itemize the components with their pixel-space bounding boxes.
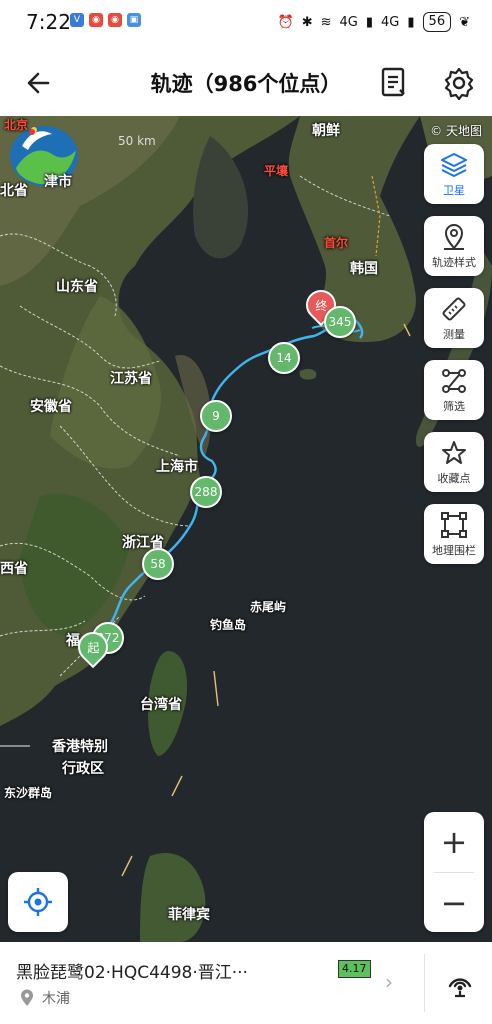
map-label-seoul: 首尔 (324, 236, 349, 250)
card-divider (424, 954, 425, 1012)
tool-label: 卫星 (443, 184, 465, 197)
cluster-marker[interactable]: 9 (200, 400, 232, 432)
tool-label: 筛选 (443, 400, 465, 413)
tool-track-style-button[interactable]: 轨迹样式 (424, 216, 484, 276)
signal-label-1: 4G (339, 14, 358, 30)
tool-filter-button[interactable]: 筛选 (424, 360, 484, 420)
weibo-icon: ◉ (108, 13, 122, 27)
map-label-jiangsu: 江苏省 (110, 371, 152, 387)
notification-icons: V ◉ ◉ ▣ (70, 13, 141, 27)
tool-label: 测量 (443, 328, 465, 341)
tracking-signal-icon[interactable] (444, 966, 476, 998)
tool-measure-button[interactable]: 测量 (424, 288, 484, 348)
map-label-hongkong-1: 香港特别 (52, 739, 108, 755)
wifi-icon: ≋ (320, 14, 332, 30)
filter-path-icon (442, 369, 466, 393)
map-label-dongsha: 东沙群岛 (4, 786, 53, 800)
signal-icon: ▮ (407, 14, 415, 30)
map-base (0, 116, 492, 942)
document-list-icon[interactable] (378, 66, 410, 98)
zoom-in-button[interactable]: + (424, 812, 484, 872)
zoom-out-button[interactable]: − (424, 873, 484, 933)
bluetooth-icon: ✱ (301, 14, 313, 30)
zoom-control: + − (424, 812, 484, 932)
tool-label: 收藏点 (437, 472, 471, 485)
cluster-marker[interactable]: 58 (142, 548, 174, 580)
chevron-right-icon[interactable]: › (385, 970, 393, 994)
map-label-diaoyu: 钓鱼岛 (210, 618, 247, 632)
map-label-shandong: 山东省 (56, 279, 98, 295)
cluster-marker[interactable]: 14 (268, 342, 300, 374)
geofence-icon (441, 512, 467, 538)
map-label-philippines: 菲律宾 (168, 907, 210, 923)
layers-icon (441, 153, 467, 177)
page-title: 轨迹（986个位点） (150, 72, 342, 96)
signal-icon: ▮ (365, 14, 374, 30)
status-bar: 7:22 V ◉ ◉ ▣ ⏰ ✱ ≋ 4G ▮ 4G ▮ 56 ❦ (0, 0, 492, 48)
weibo-icon: ◉ (89, 13, 103, 27)
satellite-map[interactable]: © 天地图 50 km 北京 津市 北省 山东省 江苏省 安徽省 上海市 浙江省… (0, 116, 492, 942)
map-scale: 50 km (118, 134, 156, 148)
map-credit: © 天地图 (430, 124, 482, 138)
battery-indicator: 56 (422, 12, 452, 32)
gear-icon[interactable] (442, 66, 476, 100)
map-label-taiwan: 台湾省 (140, 697, 182, 713)
map-label-beijing: 北京 (4, 118, 29, 132)
tool-favorites-button[interactable]: 收藏点 (424, 432, 484, 492)
leaf-icon: ❦ (459, 14, 470, 30)
map-label-pyongyang: 平壤 (264, 164, 289, 178)
start-marker-label: 起 (86, 640, 100, 655)
location-icon (21, 989, 33, 1006)
tool-geofence-button[interactable]: 地理围栏 (424, 504, 484, 564)
tool-satellite-button[interactable]: 卫星 (424, 144, 484, 204)
app-notification-icon: V (70, 13, 84, 27)
map-label-jiangxi: 西省 (0, 561, 28, 577)
app-bar: 轨迹（986个位点） (0, 48, 492, 116)
cluster-marker[interactable]: 288 (190, 476, 222, 508)
map-label-hongkong-2: 行政区 (62, 761, 104, 777)
tool-label: 地理围栏 (432, 544, 476, 557)
map-label-chosun: 朝鲜 (312, 123, 340, 139)
map-label-anhui: 安徽省 (30, 399, 72, 415)
map-label-tianjin: 津市 (44, 174, 72, 190)
status-right: ⏰ ✱ ≋ 4G ▮ 4G ▮ 56 ❦ (278, 12, 470, 32)
tool-label: 轨迹样式 (432, 256, 476, 269)
device-name: 黑脸琵鹭02·HQC4498·晋江··· (16, 963, 248, 983)
map-label-hebei: 北省 (0, 183, 28, 199)
end-marker-label: 终 (314, 298, 328, 313)
map-label-chiwei: 赤尾屿 (250, 600, 287, 614)
device-location: 木浦 (20, 988, 70, 1008)
battery-voltage-badge: 4.17 (338, 960, 371, 978)
map-label-shanghai: 上海市 (156, 459, 198, 475)
status-time: 7:22 (26, 10, 71, 34)
location-pin-icon (444, 224, 464, 250)
gallery-icon: ▣ (127, 13, 141, 27)
star-icon (442, 441, 466, 464)
locate-button[interactable] (8, 872, 68, 932)
map-label-korea: 韩国 (350, 261, 378, 277)
signal-label-2: 4G (381, 14, 400, 30)
cluster-marker[interactable]: 345 (324, 306, 356, 338)
device-location-text: 木浦 (42, 991, 70, 1007)
device-info-card[interactable]: 黑脸琵鹭02·HQC4498·晋江··· 木浦 4.17 › (0, 942, 492, 1024)
crosshair-icon (24, 888, 52, 916)
ruler-icon (442, 297, 466, 321)
alarm-icon: ⏰ (277, 14, 294, 30)
